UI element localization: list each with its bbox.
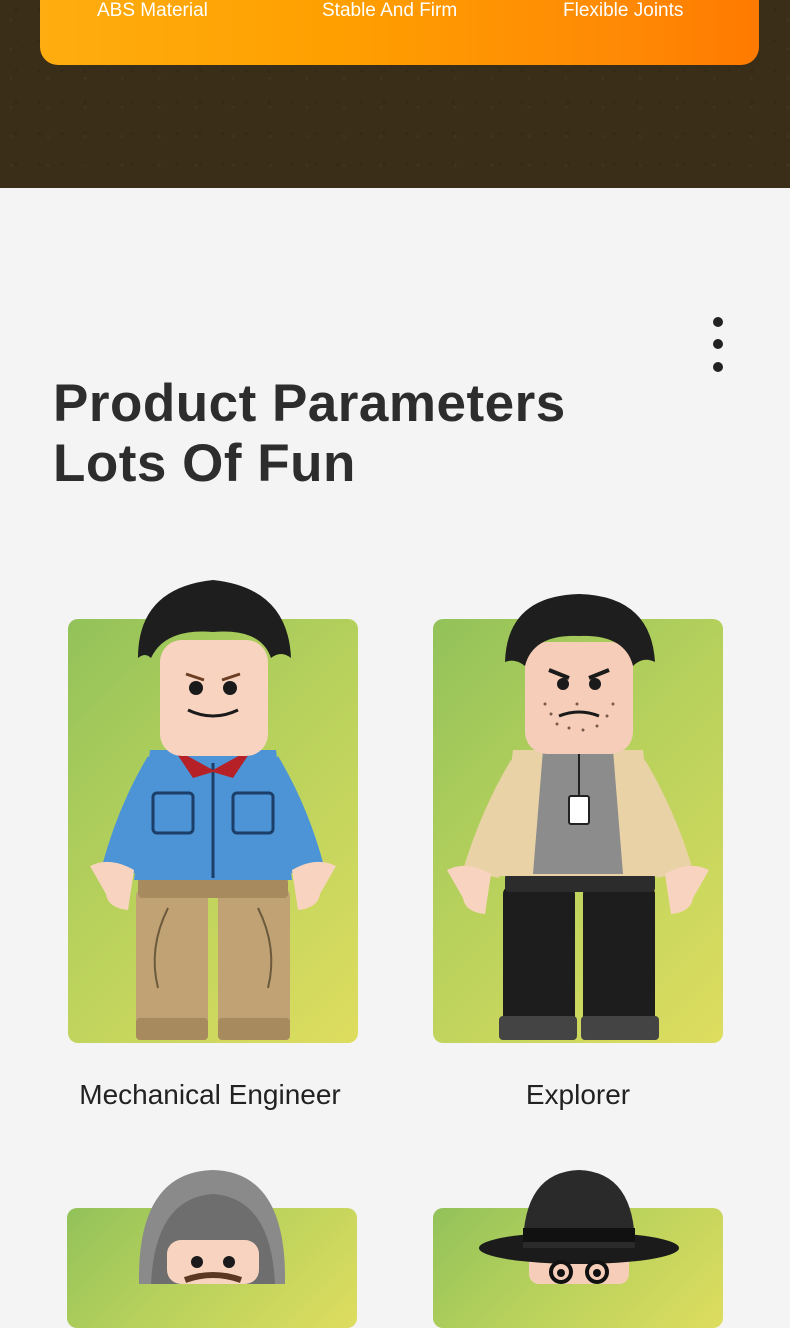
section-title-line-1: Product Parameters: [53, 374, 566, 433]
caption-explorer: Explorer: [525, 1079, 631, 1110]
section-title-line-2: Lots Of Fun: [53, 434, 356, 493]
helmet-figure-image: [138, 1170, 286, 1284]
feature-abs-material: ABS Material: [97, 0, 208, 21]
feature-bar: ABS Material Stable And Firm Flexible Jo…: [40, 0, 759, 65]
explorer-figure-image: [447, 594, 709, 1040]
feature-flexible-joints: Flexible Joints: [563, 0, 684, 21]
more-vertical-icon[interactable]: [708, 316, 728, 376]
feature-stable-and-firm: Stable And Firm: [322, 0, 458, 21]
hat-figure-image: [479, 1170, 679, 1284]
top-banner: ABS Material Stable And Firm Flexible Jo…: [0, 0, 790, 188]
mechanical-engineer-figure-image: [90, 580, 336, 1040]
section-title: Product Parameters Lots Of Fun: [53, 374, 566, 494]
caption-mechanical-engineer: Mechanical Engineer: [79, 1079, 341, 1110]
